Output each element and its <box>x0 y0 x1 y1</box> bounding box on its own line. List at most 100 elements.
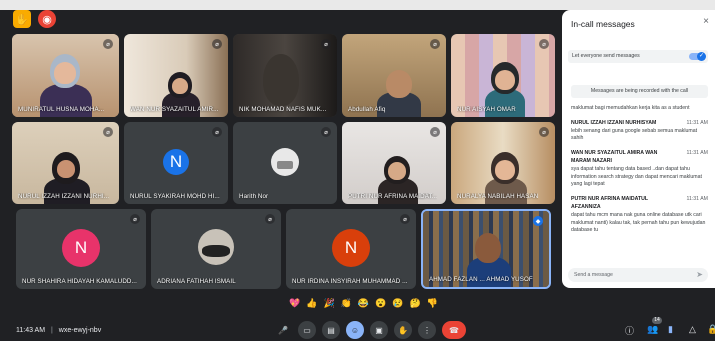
record-icon[interactable]: ◉ <box>38 10 56 28</box>
participant-tile[interactable]: ⌀ NIK MOHAMAD NAFIS MUK... <box>233 34 337 117</box>
recording-notice: Messages are being recorded with the cal… <box>571 85 708 98</box>
reaction-laugh[interactable]: 😂 <box>358 296 369 310</box>
message-text: sya dapat tahu tentang data based ..dan … <box>571 165 702 188</box>
chat-message: PUTRI NUR AFRINA MAIDATUL AFZANNIZA 11:31… <box>571 196 708 235</box>
reaction-thumbs-up[interactable]: 👍 <box>306 296 317 310</box>
info-icon[interactable]: ⓘ <box>625 324 634 337</box>
mic-off-icon: ⌀ <box>430 127 440 137</box>
participant-tile[interactable]: ⌀ MUNIRATUL HUSNA MOHA... <box>12 34 119 117</box>
allow-messages-toggle[interactable]: ✓ <box>689 52 706 61</box>
participant-tile[interactable]: ⌀ ADRIANA FATIHAH ISMAIL <box>151 209 281 289</box>
participant-name: NUR SHAHIRA HIDAYAH KAMALUDD... <box>22 278 137 285</box>
participant-tile[interactable]: ⌀ NURUL IZZAH IZZANI NURHI... <box>12 122 119 204</box>
mic-off-icon: ⌀ <box>430 39 440 49</box>
mic-icon[interactable]: 🎤 <box>274 321 292 339</box>
mic-off-icon: ⌀ <box>321 39 331 49</box>
message-time: 11:31 AM <box>686 119 708 126</box>
avatar <box>198 229 234 265</box>
participant-name: NURUL SYAKIRAH MOHD HI... <box>130 193 220 200</box>
participant-name: NURALYA NABILAH HASAN <box>457 193 539 200</box>
mic-off-icon: ⌀ <box>539 39 549 49</box>
chat-panel: In-call messages × Let everyone send mes… <box>562 10 715 288</box>
emoji-icon[interactable]: ☺ <box>346 321 364 339</box>
avatar: N <box>332 229 370 267</box>
meeting-code: wxe-ewyj-nbv <box>58 327 102 334</box>
message-text: lebih senang dari guna google sebab semu… <box>571 127 698 142</box>
participant-name: AHMAD FAZLAN ... AHMAD YUSOF <box>429 276 533 283</box>
participant-tile[interactable]: N ⌀ NUR SHAHIRA HIDAYAH KAMALUDD... <box>16 209 146 289</box>
meet-window: ✋ ◉ ⌀ MUNIRATUL HUSNA MOHA... ⌀ WAN NUR … <box>0 0 715 341</box>
close-icon[interactable]: × <box>703 16 709 27</box>
mic-off-icon: ⌀ <box>321 127 331 137</box>
message-sender: PUTRI NUR AFRINA MAIDATUL AFZANNIZA <box>571 196 648 210</box>
hand-raise-icon[interactable]: ✋ <box>13 10 31 28</box>
mic-off-icon: ⌀ <box>400 214 410 224</box>
mic-off-icon: ⌀ <box>212 127 222 137</box>
reaction-party[interactable]: 🎉 <box>323 296 334 310</box>
message-time: 11:31 AM <box>686 196 708 203</box>
meeting-time: 11:43 AM <box>16 327 46 334</box>
participant-tile[interactable]: N ⌀ NURUL SYAKIRAH MOHD HI... <box>124 122 228 204</box>
message-placeholder: Send a message <box>574 272 613 278</box>
participant-name: NUR AISYAH OMAR <box>457 106 516 113</box>
participant-tile-speaking[interactable]: ◆ AHMAD FAZLAN ... AHMAD YUSOF <box>421 209 551 289</box>
check-icon: ✓ <box>697 52 706 61</box>
end-call-button[interactable]: ☎ <box>442 321 466 339</box>
mic-off-icon: ⌀ <box>212 39 222 49</box>
avatar <box>271 148 299 176</box>
present-icon[interactable]: ▣ <box>370 321 388 339</box>
meeting-info: 11:43 AM | wxe-ewyj-nbv <box>16 327 101 334</box>
participant-tile[interactable]: ⌀ NUR AISYAH OMAR <box>451 34 555 117</box>
participant-name: WAN NUR SYAZAITUL AMIR... <box>130 106 219 113</box>
send-icon[interactable]: ➤ <box>696 270 703 279</box>
participant-name: ADRIANA FATIHAH ISMAIL <box>157 278 236 285</box>
participant-tile[interactable]: ⌀ WAN NUR SYAZAITUL AMIR... <box>124 34 228 117</box>
chat-icon[interactable]: ▮ <box>668 324 673 335</box>
mic-off-icon: ⌀ <box>265 214 275 224</box>
participant-tile[interactable]: ⌀ Abdullah Afiq <box>342 34 446 117</box>
reaction-clap[interactable]: 👏 <box>341 296 352 310</box>
reaction-surprised[interactable]: 😮 <box>375 296 386 310</box>
reaction-thumbs-down[interactable]: 👎 <box>427 296 438 310</box>
participant-name: NURUL IZZAH IZZANI NURHI... <box>18 193 110 200</box>
chat-message: NURUL IZZAH IZZANI NURHISYAM 11:31 AM leb… <box>571 120 708 143</box>
captions-icon[interactable]: ▤ <box>322 321 340 339</box>
participant-name: NUR IRDINA INSYIRAH MUHAMMAD ... <box>292 278 408 285</box>
reaction-thinking[interactable]: 🤔 <box>410 296 421 310</box>
chat-title: In-call messages <box>571 19 635 29</box>
avatar: N <box>62 229 100 267</box>
mic-off-icon: ⌀ <box>539 127 549 137</box>
participant-name: Harith Nor <box>239 193 269 200</box>
message-sender: NURUL IZZAH IZZANI NURHISYAM <box>571 119 657 126</box>
browser-top-strip <box>0 0 715 10</box>
mic-off-icon: ⌀ <box>103 39 113 49</box>
mic-off-icon: ⌀ <box>103 127 113 137</box>
participant-name: NIK MOHAMAD NAFIS MUK... <box>239 106 327 113</box>
participant-tile[interactable]: ⌀ PUTRI NUR AFRINA MAIDAT... <box>342 122 446 204</box>
mic-off-icon: ⌀ <box>130 214 140 224</box>
more-options-icon[interactable]: ⋮ <box>418 321 436 339</box>
participant-tile[interactable]: ⌀ NURALYA NABILAH HASAN <box>451 122 555 204</box>
speaking-indicator-icon: ◆ <box>533 216 543 226</box>
reaction-sad[interactable]: 😢 <box>392 296 403 310</box>
message-text: maklumat bagi memudahkan kerja kita as a… <box>571 105 690 111</box>
chat-message: maklumat bagi memudahkan kerja kita as a… <box>571 105 708 113</box>
message-input[interactable]: Send a message ➤ <box>568 268 708 282</box>
participant-tile[interactable]: ⌀ Harith Nor <box>233 122 337 204</box>
message-sender: WAN NUR SYAZAITUL AMIRA WAN MARAM NAZARI <box>571 150 658 164</box>
separator: | <box>51 327 53 334</box>
camera-icon[interactable]: ▭ <box>298 321 316 339</box>
activities-icon[interactable]: △ <box>689 324 696 335</box>
people-icon[interactable]: 👥 <box>647 324 658 335</box>
participant-name: Abdullah Afiq <box>348 106 386 113</box>
toggle-label: Let everyone send messages <box>572 53 640 59</box>
participant-tile[interactable]: N ⌀ NUR IRDINA INSYIRAH MUHAMMAD ... <box>286 209 416 289</box>
message-list: maklumat bagi memudahkan kerja kita as a… <box>571 105 708 242</box>
lock-icon[interactable]: 🔒 <box>707 324 715 335</box>
reaction-bar: 💖 👍 🎉 👏 😂 😮 😢 🤔 👎 <box>289 296 438 310</box>
reaction-heart[interactable]: 💖 <box>289 296 300 310</box>
participant-name: PUTRI NUR AFRINA MAIDAT... <box>348 193 438 200</box>
chat-message: WAN NUR SYAZAITUL AMIRA WAN MARAM NAZARI… <box>571 150 708 189</box>
raise-hand-icon[interactable]: ✋ <box>394 321 412 339</box>
participant-count-badge: 14 <box>652 317 662 324</box>
